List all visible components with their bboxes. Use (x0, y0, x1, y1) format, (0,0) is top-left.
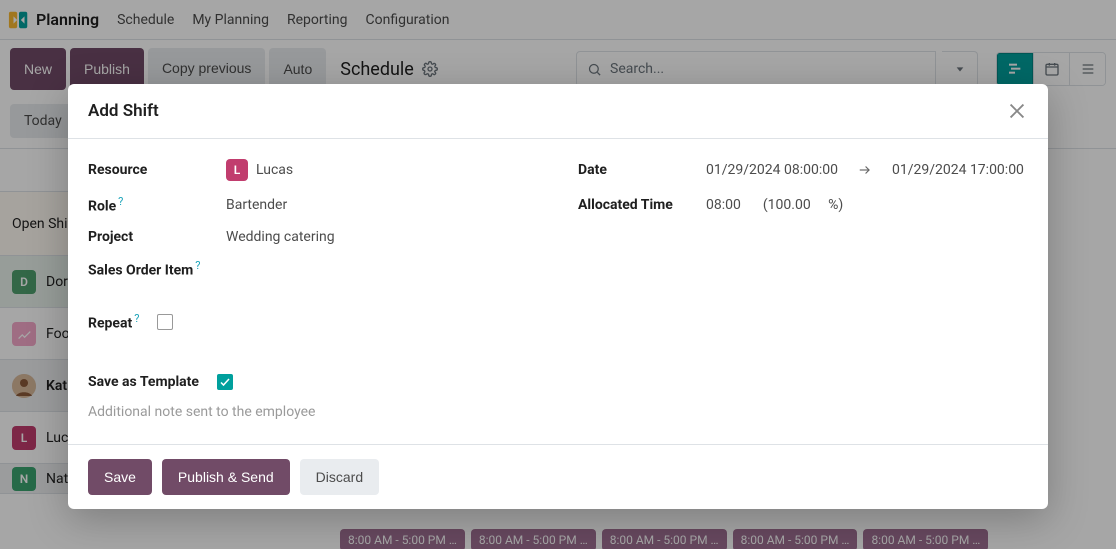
date-end[interactable]: 01/29/2024 17:00:00 (892, 162, 1024, 178)
field-project[interactable]: Project Wedding catering (88, 229, 538, 245)
field-save-template[interactable]: Save as Template (88, 374, 1028, 390)
add-shift-modal: Add Shift Resource L Lucas Date 01/29/20… (68, 84, 1048, 509)
discard-button[interactable]: Discard (300, 459, 379, 495)
note-input[interactable]: Additional note sent to the employee (88, 404, 1028, 420)
field-role[interactable]: Role? Bartender (88, 195, 538, 215)
field-repeat[interactable]: Repeat? (88, 312, 1028, 332)
field-sales-order-item[interactable]: Sales Order Item? (88, 259, 538, 279)
close-icon[interactable] (1006, 100, 1028, 122)
publish-send-button[interactable]: Publish & Send (162, 459, 290, 495)
date-start[interactable]: 01/29/2024 08:00:00 (706, 162, 838, 178)
field-resource[interactable]: Resource L Lucas (88, 159, 538, 181)
help-icon[interactable]: ? (195, 259, 200, 272)
help-icon[interactable]: ? (134, 312, 139, 325)
arrow-right-icon (858, 163, 872, 177)
repeat-checkbox[interactable] (157, 314, 173, 330)
alloc-hours[interactable]: 08:00 (706, 197, 741, 213)
modal-overlay: Add Shift Resource L Lucas Date 01/29/20… (0, 0, 1116, 549)
modal-title: Add Shift (88, 101, 159, 121)
resource-chip: L (226, 159, 248, 181)
resource-name: Lucas (256, 162, 293, 178)
field-date[interactable]: Date 01/29/2024 08:00:00 01/29/2024 17:0… (578, 159, 1028, 181)
help-icon[interactable]: ? (118, 195, 123, 208)
save-button[interactable]: Save (88, 459, 152, 495)
field-allocated-time[interactable]: Allocated Time 08:00 (100.00 %) (578, 195, 1028, 215)
save-template-checkbox[interactable] (217, 374, 233, 390)
